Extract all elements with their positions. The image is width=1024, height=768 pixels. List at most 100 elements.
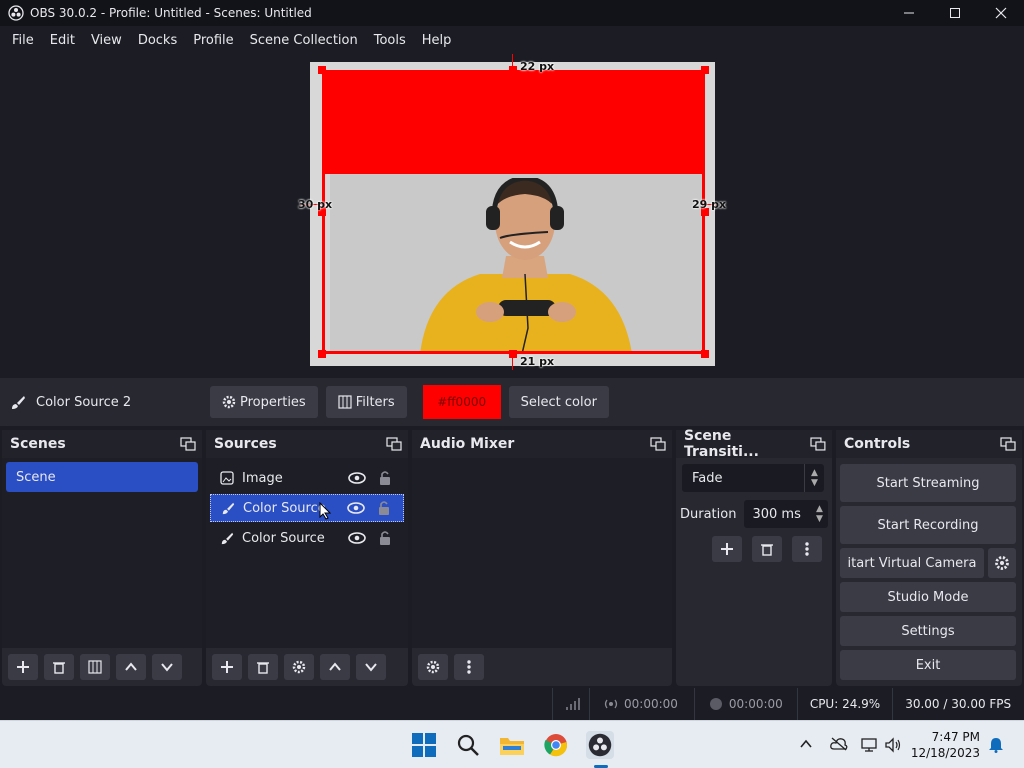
top-distance-label: 22 px (520, 60, 555, 73)
undock-icon[interactable] (650, 437, 666, 451)
menu-tools[interactable]: Tools (366, 33, 414, 48)
undock-icon[interactable] (386, 437, 402, 451)
remove-transition-button[interactable] (752, 536, 782, 562)
scene-filters-button[interactable] (80, 654, 110, 680)
source-item-color-source-selected[interactable]: Color Source (210, 494, 404, 522)
eye-icon[interactable] (348, 532, 366, 544)
add-source-button[interactable] (212, 654, 242, 680)
menu-edit[interactable]: Edit (42, 33, 83, 48)
taskbar-clock[interactable]: 7:47 PM 12/18/2023 (911, 729, 980, 761)
add-scene-button[interactable] (8, 654, 38, 680)
source-item-label: Color Source (242, 530, 325, 546)
audio-settings-button[interactable] (418, 654, 448, 680)
unlock-icon[interactable] (378, 530, 392, 546)
handle-bottom-right[interactable] (701, 350, 709, 358)
preview-canvas[interactable] (310, 62, 715, 366)
bottom-guide-line (512, 354, 513, 370)
close-button[interactable] (978, 0, 1024, 26)
menu-docks[interactable]: Docks (130, 33, 185, 48)
taskbar-search-button[interactable] (454, 731, 482, 759)
scene-item[interactable]: Scene (6, 462, 198, 492)
properties-button[interactable]: Properties (210, 386, 318, 418)
source-properties-button[interactable] (284, 654, 314, 680)
top-guide-line (512, 54, 513, 70)
undock-icon[interactable] (180, 437, 196, 451)
remove-source-button[interactable] (248, 654, 278, 680)
obs-taskbar-button[interactable] (586, 731, 614, 759)
minimize-button[interactable] (886, 0, 932, 26)
menu-help[interactable]: Help (414, 33, 460, 48)
source-item-label: Image (242, 470, 283, 486)
notification-bell-icon[interactable] (988, 737, 1004, 753)
studio-mode-label: Studio Mode (887, 589, 969, 605)
unlock-icon[interactable] (377, 500, 391, 516)
preview-area[interactable]: 22 px 30 px 29 px 21 px (0, 54, 1024, 376)
scene-transitions-body: Fade ▲ ▼ Duration 300 ms ▲ ▼ (676, 458, 832, 686)
network-icon[interactable] (860, 737, 878, 753)
audio-menu-button[interactable] (454, 654, 484, 680)
controls-dock: Controls Start Streaming Start Recording… (836, 430, 1022, 686)
scenes-list: Scene (2, 458, 202, 648)
maximize-icon (950, 8, 960, 18)
studio-mode-button[interactable]: Studio Mode (840, 582, 1016, 612)
transition-select[interactable]: Fade ▲ ▼ (682, 464, 824, 492)
maximize-button[interactable] (932, 0, 978, 26)
cpu-usage: CPU: 24.9% (809, 697, 881, 711)
undock-icon[interactable] (810, 437, 826, 451)
window-title: OBS 30.0.2 - Profile: Untitled - Scenes:… (30, 6, 312, 20)
chevron-down-icon (161, 663, 173, 672)
move-source-up-button[interactable] (320, 654, 350, 680)
handle-top-right[interactable] (701, 66, 709, 74)
settings-button[interactable]: Settings (840, 616, 1016, 646)
file-explorer-button[interactable] (498, 731, 526, 759)
transition-menu-button[interactable] (792, 536, 822, 562)
filters-button[interactable]: Filters (325, 386, 407, 418)
select-color-button[interactable]: Select color (508, 386, 609, 418)
exit-button[interactable]: Exit (840, 650, 1016, 680)
move-source-down-button[interactable] (356, 654, 386, 680)
menu-file[interactable]: File (4, 33, 42, 48)
source-item-image[interactable]: Image (210, 464, 404, 492)
eye-icon[interactable] (348, 472, 366, 484)
handle-bottom-center[interactable] (509, 350, 517, 358)
move-scene-down-button[interactable] (152, 654, 182, 680)
start-recording-button[interactable]: Start Recording (840, 506, 1016, 544)
eye-icon[interactable] (347, 502, 365, 514)
start-recording-label: Start Recording (877, 517, 979, 533)
source-toolbar: Color Source 2 Properties Filters #ff000… (0, 378, 1024, 426)
virtual-camera-settings-button[interactable] (988, 548, 1016, 578)
brush-icon (222, 502, 235, 515)
cloud-off-icon[interactable] (830, 737, 848, 751)
transition-buttons (712, 536, 832, 562)
menu-scene-collection[interactable]: Scene Collection (242, 33, 366, 48)
source-item-color-source[interactable]: Color Source (210, 524, 404, 552)
handle-top-left[interactable] (318, 66, 326, 74)
handle-bottom-left[interactable] (318, 350, 326, 358)
menu-profile[interactable]: Profile (185, 33, 241, 48)
volume-icon[interactable] (884, 737, 902, 753)
start-virtual-camera-button[interactable]: itart Virtual Camera (840, 548, 984, 578)
move-scene-up-button[interactable] (116, 654, 146, 680)
start-streaming-button[interactable]: Start Streaming (840, 464, 1016, 502)
trash-icon (53, 662, 65, 674)
unlock-icon[interactable] (378, 470, 392, 486)
color-swatch[interactable]: #ff0000 (422, 385, 501, 419)
spinner-arrows-icon[interactable]: ▲ ▼ (812, 500, 826, 528)
scenes-footer (2, 648, 202, 686)
clock-time: 7:47 PM (931, 730, 980, 744)
handle-top-center[interactable] (509, 66, 517, 74)
start-button[interactable] (410, 731, 438, 759)
selection-box[interactable] (322, 70, 705, 354)
chevron-up-icon[interactable] (800, 739, 812, 749)
obs-logo-icon (8, 5, 24, 21)
menu-view[interactable]: View (83, 33, 130, 48)
undock-icon[interactable] (1000, 437, 1016, 451)
add-transition-button[interactable] (712, 536, 742, 562)
transition-selected: Fade (692, 470, 723, 486)
chrome-button[interactable] (542, 731, 570, 759)
remove-scene-button[interactable] (44, 654, 74, 680)
chevron-up-icon (329, 662, 341, 671)
plus-icon (221, 661, 233, 673)
close-icon (995, 7, 1007, 19)
duration-input[interactable]: 300 ms ▲ ▼ (744, 500, 829, 528)
